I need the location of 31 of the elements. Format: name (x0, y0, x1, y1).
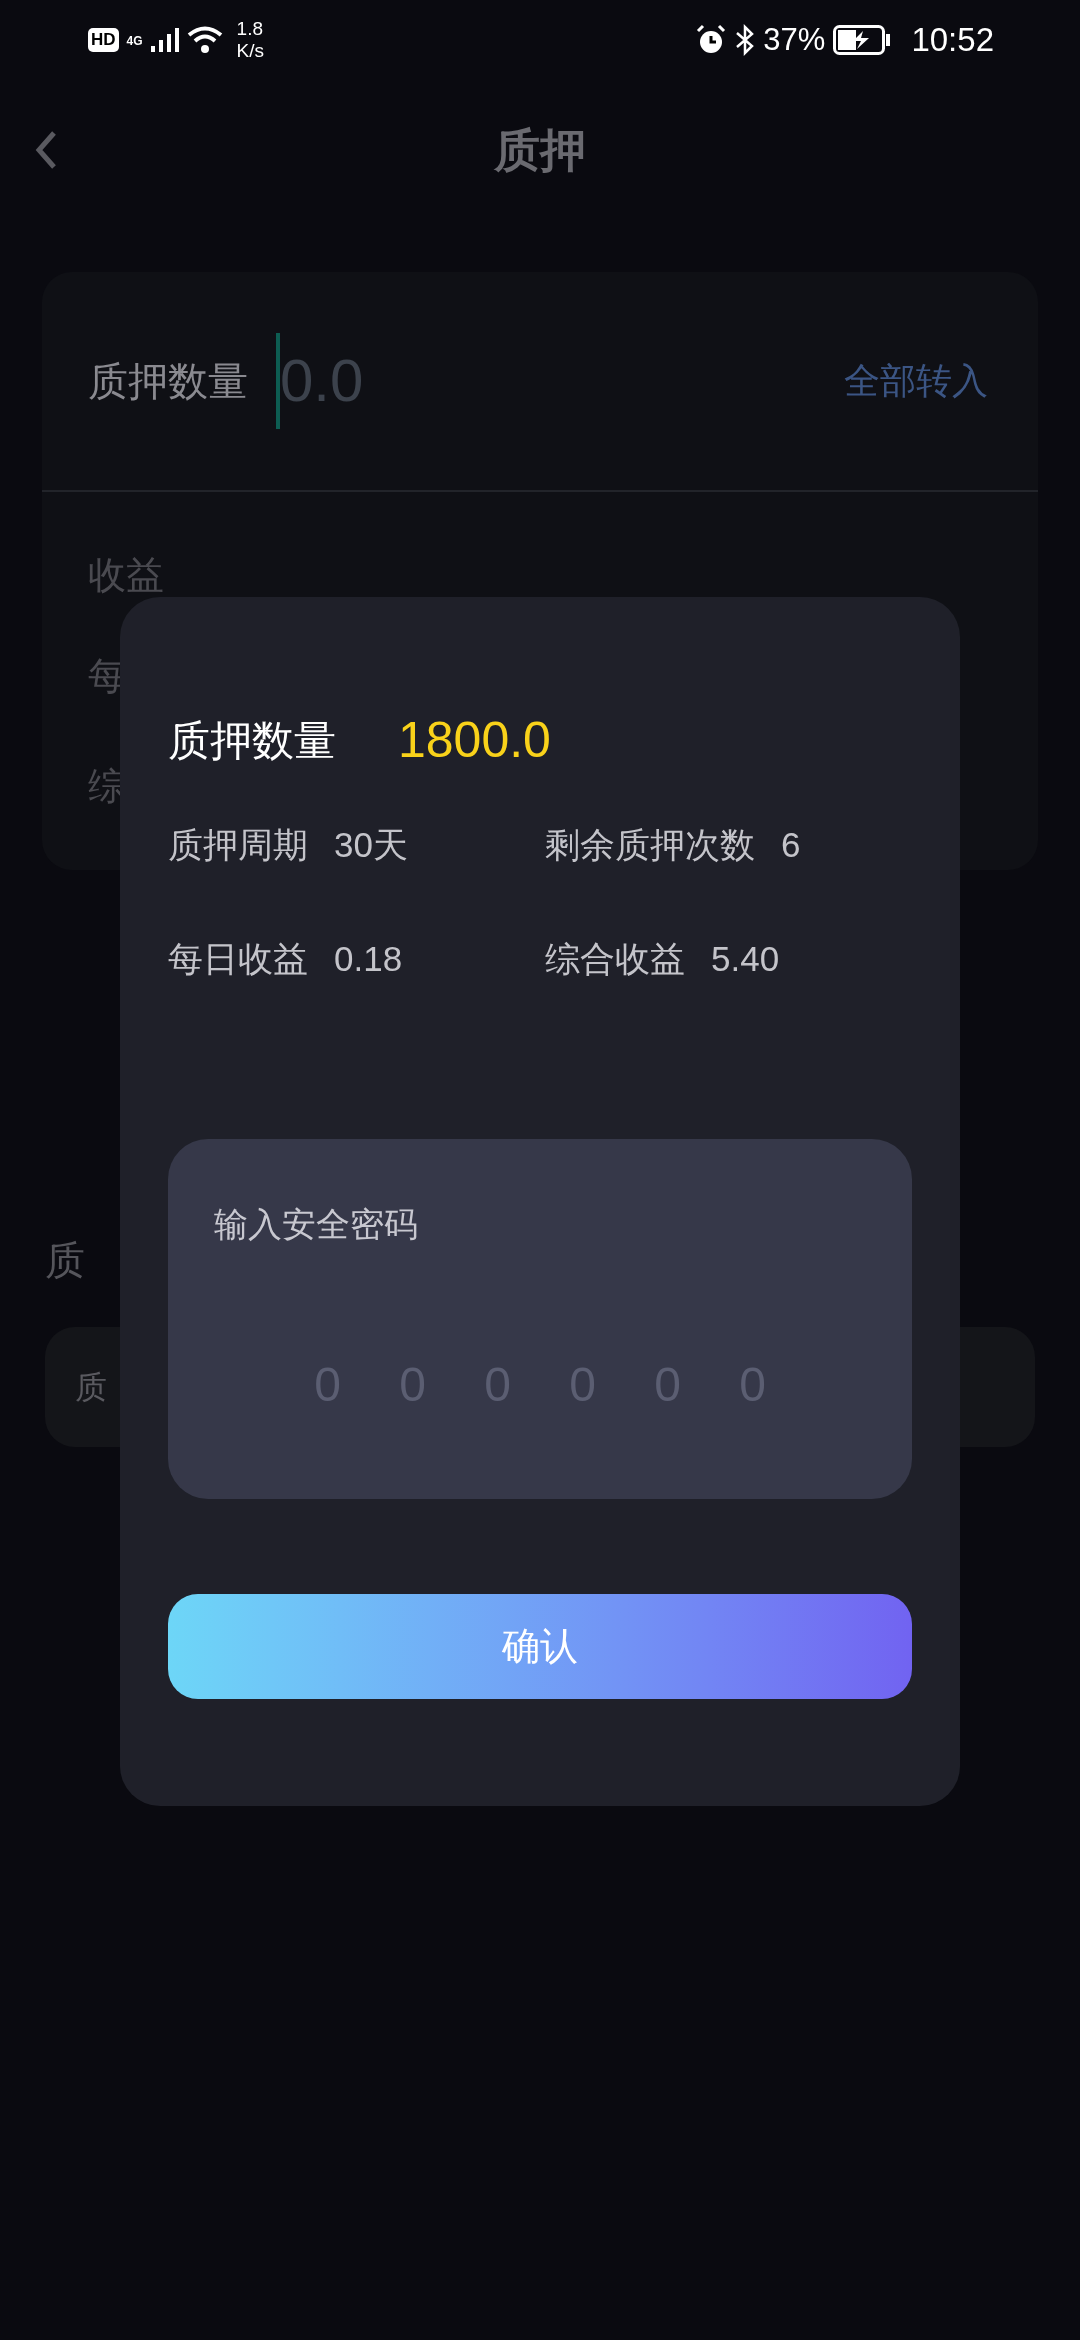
section-card-text: 质 (75, 1368, 107, 1407)
earnings-row-label: 每 (88, 654, 127, 699)
detail-value: 5.40 (711, 937, 780, 980)
wifi-icon (186, 25, 223, 55)
detail-label: 剩余质押次数 (545, 823, 755, 866)
alarm-icon (695, 24, 728, 56)
signal-icon (150, 26, 179, 54)
battery-percent: 37% (763, 20, 826, 59)
speed-unit: K/s (236, 40, 265, 62)
page-title: 质押 (494, 122, 586, 178)
field-label: 质押数量 (88, 358, 249, 405)
detail-value: 0.18 (334, 937, 403, 980)
confirm-button[interactable]: 确认 (168, 1594, 912, 1699)
network-type: 4G (126, 33, 143, 50)
clock-time: 10:52 (911, 20, 994, 61)
detail-value: 6 (781, 823, 801, 866)
detail-label: 每日收益 (168, 937, 308, 980)
section-heading: 质 (45, 1238, 85, 1282)
battery-charging-icon (833, 25, 892, 55)
password-label: 输入安全密码 (214, 1204, 419, 1245)
detail-label: 综合收益 (545, 937, 685, 980)
transfer-all-link[interactable]: 全部转入 (844, 354, 988, 408)
detail-value: 30天 (334, 823, 408, 866)
dialog-label: 质押数量 (168, 715, 336, 766)
earnings-title: 收益 (88, 554, 165, 596)
bluetooth-icon (735, 24, 756, 56)
detail-label: 质押周期 (168, 823, 308, 866)
stake-amount: 1800.0 (398, 710, 551, 770)
hd-badge: HD (88, 28, 119, 52)
back-chevron-icon (35, 130, 57, 170)
network-speed: 1.8 (236, 18, 264, 40)
